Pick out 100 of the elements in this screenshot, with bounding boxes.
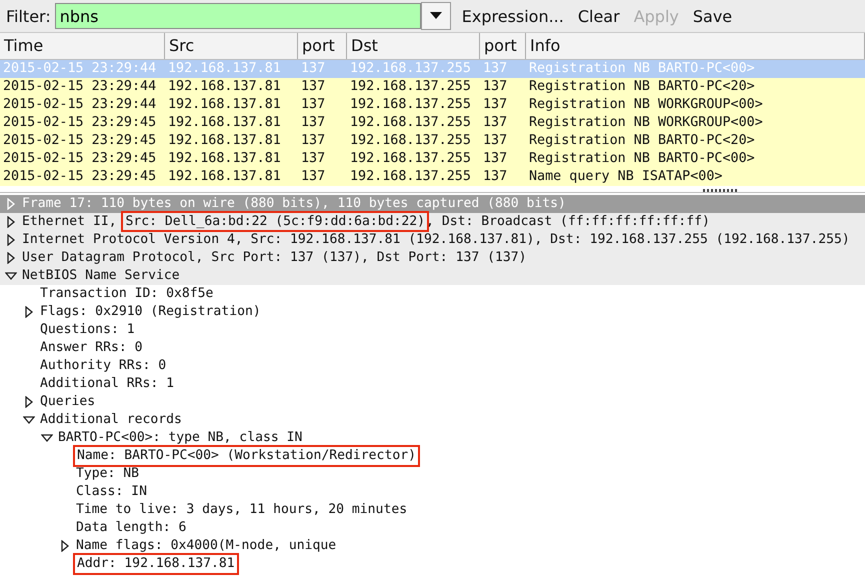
column-header[interactable]: Dst [347, 33, 480, 59]
tree-row-line[interactable]: Answer RRs: 0 [0, 339, 865, 357]
tree-row-line[interactable]: Class: IN [0, 483, 865, 501]
table-cell-text: 192.168.137.81 [167, 96, 282, 114]
tree-row-line[interactable]: Time to live: 3 days, 11 hours, 20 minutes [0, 501, 865, 519]
table-cell-text: 192.168.137.81 [167, 132, 282, 150]
tree-item-text: Transaction ID: 0x8f5e [40, 286, 214, 302]
table-cell-text: 137 [482, 60, 508, 78]
tree-row[interactable]: NetBIOS Name Service [0, 267, 865, 285]
column-header[interactable]: port [480, 33, 526, 59]
filter-action-button[interactable]: Expression... [454, 4, 571, 28]
expand-arrow-icon[interactable] [23, 306, 35, 318]
caret-icon [430, 12, 442, 20]
table-cell-text: 192.168.137.255 [349, 114, 472, 132]
tree-item-text: Questions: 1 [40, 322, 135, 338]
filter-action-button[interactable]: Save [686, 4, 740, 28]
tree-item-text: Addr: 192.168.137.81 [76, 556, 236, 572]
table-cell-text: 137 [300, 150, 326, 168]
table-cell-text: Registration NB BARTO-PC<20> [528, 78, 756, 96]
table-cell-text: 137 [300, 96, 326, 114]
tree-item-text: Class: IN [76, 484, 147, 500]
splitter-grip-icon[interactable] [703, 189, 739, 193]
expand-arrow-icon[interactable] [5, 252, 17, 264]
tree-row-line[interactable]: Flags: 0x2910 (Registration) [0, 303, 865, 321]
table-cell-text: 2015-02-15 23:29:44 [2, 78, 158, 96]
table-cell-text: 192.168.137.81 [167, 168, 282, 186]
tree-row-line[interactable]: Additional records [0, 411, 865, 429]
expand-arrow-icon[interactable] [59, 540, 71, 552]
tree-row-line[interactable]: Authority RRs: 0 [0, 357, 865, 375]
dropdown-button[interactable] [420, 2, 451, 30]
tree-row-line[interactable]: Additional RRs: 1 [0, 375, 865, 393]
tree-item-text: Frame 17: 110 bytes on wire (880 bits), 110 bytes captured (880 bits) [22, 196, 566, 212]
table-cell-text: 192.168.137.81 [167, 78, 282, 96]
tree-item-text: Flags: 0x2910 (Registration) [40, 304, 261, 320]
table-cell-text: 137 [482, 114, 508, 132]
tree-item-text: Name flags: 0x4000(M-node, unique [76, 538, 336, 554]
tree-item-text: BARTO-PC<00>: type NB, class IN [58, 430, 302, 446]
table-cell-text: 137 [300, 168, 326, 186]
tree-item-text: Data length: 6 [76, 520, 186, 536]
tree-item-text: Time to live: 3 days, 11 hours, 20 minutes [76, 502, 408, 518]
table-cell-text: 192.168.137.81 [167, 150, 282, 168]
table-cell-text: 137 [482, 168, 508, 186]
table-cell-text: Registration NB BARTO-PC<00> [528, 150, 756, 168]
table-cell-text: 192.168.137.255 [349, 168, 472, 186]
expand-arrow-icon[interactable] [5, 234, 17, 246]
table-cell-text: 137 [482, 96, 508, 114]
packet-row[interactable]: 2015-02-15 23:29:44 192.168.137.81 137 192.168.137.255 137 Registration NB WORKGROUP<00> [0, 96, 865, 114]
filter-label: Filter: [6, 6, 51, 26]
packet-row[interactable]: 2015-02-15 23:29:45 192.168.137.81 137 192.168.137.255 137 Name query NB ISATAP<00> [0, 168, 865, 186]
column-header[interactable]: Time [0, 33, 165, 59]
packet-row[interactable]: 2015-02-15 23:29:45 192.168.137.81 137 192.168.137.255 137 Registration NB BARTO-PC<00> [0, 150, 865, 168]
column-header[interactable]: port [298, 33, 347, 59]
tree-row-line[interactable]: Name: BARTO-PC<00> (Workstation/Redirector) [0, 447, 865, 465]
table-cell-text: 192.168.137.255 [349, 132, 472, 150]
tree-item-text: NetBIOS Name Service [22, 268, 180, 284]
expand-arrow-icon[interactable] [5, 216, 17, 228]
table-cell-text: 2015-02-15 23:29:44 [2, 96, 158, 114]
collapse-arrow-icon[interactable] [23, 414, 35, 426]
tree-row-line[interactable]: BARTO-PC<00>: type NB, class IN [0, 429, 865, 447]
table-cell-text: Registration NB WORKGROUP<00> [528, 96, 764, 114]
table-cell-text: 192.168.137.81 [167, 60, 282, 78]
table-cell-text: 137 [482, 132, 508, 150]
tree-row-line[interactable]: Addr: 192.168.137.81 [0, 555, 865, 573]
packet-row[interactable]: 2015-02-15 23:29:44 192.168.137.81 137 192.168.137.255 137 Registration NB BARTO-PC<20> [0, 78, 865, 96]
tree-item-text: Additional RRs: 1 [40, 376, 174, 392]
tree-row-line[interactable]: Queries [0, 393, 865, 411]
tree-row-line[interactable]: Data length: 6 [0, 519, 865, 537]
filter-field[interactable]: nbns [54, 3, 421, 29]
table-cell-text: 2015-02-15 23:29:45 [2, 132, 158, 150]
table-cell-text: 137 [482, 150, 508, 168]
table-cell-text: Registration NB BARTO-PC<20> [528, 132, 756, 150]
tree-item-text: Additional records [40, 412, 182, 428]
table-cell-text: 192.168.137.255 [349, 60, 472, 78]
tree-row-line[interactable]: Name flags: 0x4000(M-node, unique [0, 537, 865, 555]
tree-item-text: Authority RRs: 0 [40, 358, 166, 374]
tree-row-line[interactable]: Questions: 1 [0, 321, 865, 339]
filter-action-button[interactable]: Clear [570, 4, 627, 28]
packet-row[interactable]: 2015-02-15 23:29:45 192.168.137.81 137 192.168.137.255 137 Registration NB WORKGROUP<00> [0, 114, 865, 132]
collapse-arrow-icon[interactable] [41, 432, 53, 444]
table-cell-text: 137 [300, 114, 326, 132]
table-cell-text: 192.168.137.255 [349, 150, 472, 168]
collapse-arrow-icon[interactable] [5, 270, 17, 282]
tree-row[interactable]: User Datagram Protocol, Src Port: 137 (137), Dst Port: 137 (137) [0, 249, 865, 267]
tree-item-text: User Datagram Protocol, Src Port: 137 (137), Dst Port: 137 (137) [22, 250, 527, 266]
packet-row[interactable]: 2015-02-15 23:29:45 192.168.137.81 137 192.168.137.255 137 Registration NB BARTO-PC<20> [0, 132, 865, 150]
table-cell-text: Name query NB ISATAP<00> [528, 168, 724, 186]
column-header[interactable]: Src [165, 33, 298, 59]
tree-row-line[interactable]: Type: NB [0, 465, 865, 483]
table-cell-text: 192.168.137.255 [349, 78, 472, 96]
tree-item-text: Queries [40, 394, 96, 410]
table-cell-text: 2015-02-15 23:29:45 [2, 168, 158, 186]
expand-arrow-icon[interactable] [23, 396, 35, 408]
table-cell-text: 2015-02-15 23:29:44 [2, 60, 158, 78]
column-header[interactable]: Info [526, 33, 865, 59]
tree-item-text: Answer RRs: 0 [40, 340, 142, 356]
table-cell-text: 2015-02-15 23:29:45 [2, 114, 158, 132]
tree-row-line[interactable]: Transaction ID: 0x8f5e [0, 285, 865, 303]
table-cell-text: 137 [300, 78, 326, 96]
tree-item-text: Type: NB [76, 466, 140, 482]
table-cell-text: 192.168.137.255 [349, 96, 472, 114]
